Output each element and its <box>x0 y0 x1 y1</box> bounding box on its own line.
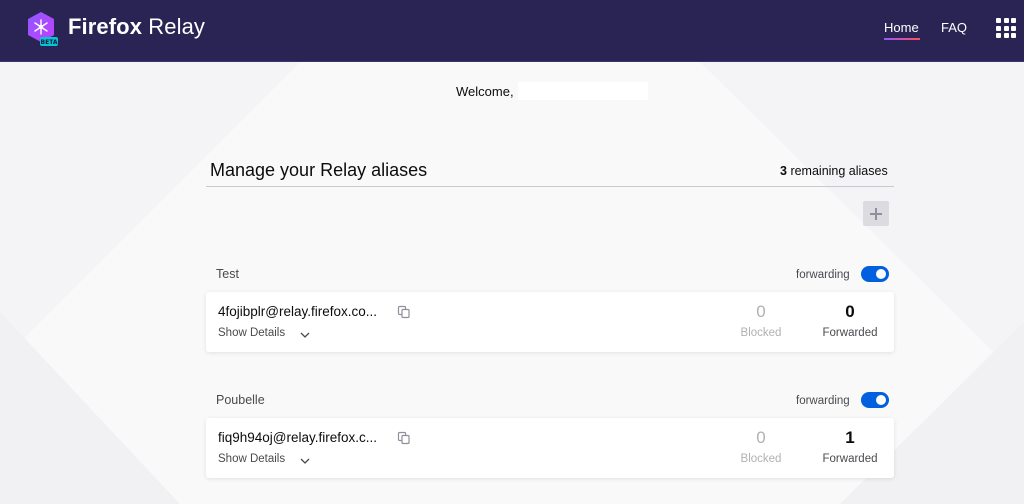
forwarding-label: forwarding <box>796 269 850 281</box>
beta-badge: BETA <box>41 39 58 46</box>
welcome-text: Welcome, <box>456 84 514 99</box>
forwarded-label: Forwarded <box>822 453 878 465</box>
blocked-label: Blocked <box>740 327 782 339</box>
copy-icon[interactable] <box>397 431 411 445</box>
nav-home-link[interactable]: Home <box>884 20 919 35</box>
alias-address: 4fojibplr@relay.firefox.co... <box>218 304 378 319</box>
forwarding-toggle[interactable] <box>861 266 889 282</box>
brand-firefox: Firefox <box>68 14 143 39</box>
copy-icon[interactable] <box>397 305 411 319</box>
alias-label: Test <box>216 267 239 281</box>
blocked-count: 0 <box>756 302 766 321</box>
show-details-link[interactable]: Show Details <box>218 453 285 465</box>
alias-label: Poubelle <box>216 393 265 407</box>
nav-home-active-indicator <box>884 38 920 40</box>
forwarding-toggle[interactable] <box>861 392 889 408</box>
blocked-label: Blocked <box>740 453 782 465</box>
blocked-count: 0 <box>756 428 766 447</box>
remaining-aliases: 3 remaining aliases <box>780 164 888 178</box>
brand-name[interactable]: Firefox Relay <box>68 14 205 40</box>
forwarded-count: 0 <box>845 302 855 321</box>
chevron-down-icon[interactable] <box>299 328 311 340</box>
top-header: BETA Firefox Relay Home FAQ <box>0 0 1024 62</box>
chevron-down-icon[interactable] <box>299 454 311 466</box>
relay-logo-icon[interactable]: BETA <box>26 10 60 48</box>
forwarding-label: forwarding <box>796 395 850 407</box>
alias-card: fiq9h94oj@relay.firefox.c... Show Detail… <box>206 418 894 478</box>
redacted-email <box>518 82 648 100</box>
alias-card: 4fojibplr@relay.firefox.co... Show Detai… <box>206 292 894 352</box>
grid-icon[interactable] <box>996 18 1016 38</box>
page-title: Manage your Relay aliases <box>210 160 428 180</box>
forwarded-label: Forwarded <box>822 327 878 339</box>
show-details-link[interactable]: Show Details <box>218 327 285 339</box>
forwarded-count: 1 <box>845 428 855 447</box>
nav-faq-link[interactable]: FAQ <box>941 20 967 35</box>
remaining-count: 3 <box>780 164 787 178</box>
alias-address: fiq9h94oj@relay.firefox.c... <box>218 430 378 445</box>
add-alias-button[interactable] <box>863 201 889 226</box>
remaining-label: remaining aliases <box>790 164 888 178</box>
brand-relay: Relay <box>148 14 206 39</box>
section-divider <box>206 186 894 187</box>
